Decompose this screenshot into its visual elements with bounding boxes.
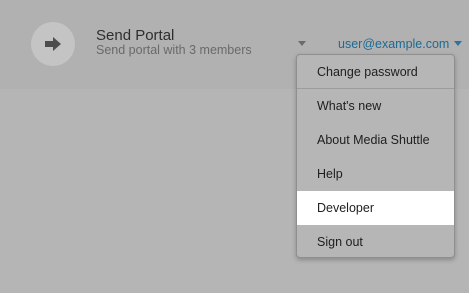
user-dropdown-menu: Change password What's new About Media S… [296, 54, 455, 258]
menu-item-change-password[interactable]: Change password [297, 55, 454, 89]
menu-item-help[interactable]: Help [297, 157, 454, 191]
menu-item-about[interactable]: About Media Shuttle [297, 123, 454, 157]
user-menu-trigger[interactable]: user@example.com [338, 35, 463, 53]
menu-item-developer[interactable]: Developer [297, 191, 454, 225]
portal-subtitle: Send portal with 3 members [96, 43, 252, 57]
portal-options-caret-icon[interactable] [298, 41, 306, 46]
chevron-down-icon[interactable] [454, 41, 463, 47]
portal-icon-badge [31, 22, 75, 66]
portal-title: Send Portal [96, 27, 175, 44]
user-email[interactable]: user@example.com [338, 37, 449, 51]
menu-item-whats-new[interactable]: What's new [297, 89, 454, 123]
menu-item-sign-out[interactable]: Sign out [297, 225, 454, 257]
arrow-right-icon [45, 37, 61, 51]
